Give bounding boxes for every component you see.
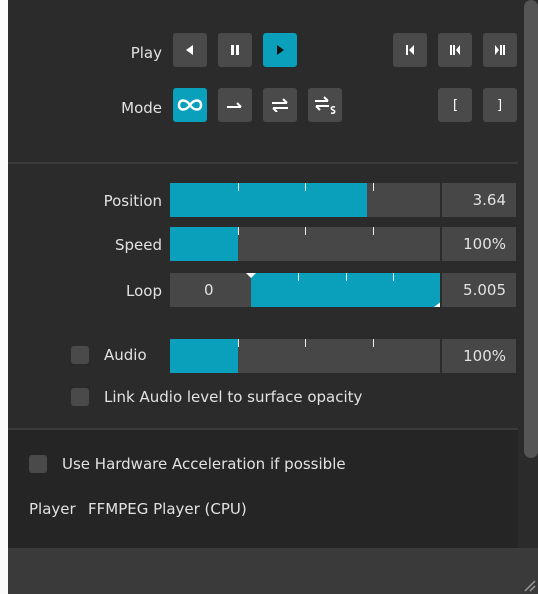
link-audio-label: Link Audio level to surface opacity xyxy=(104,388,363,406)
mode-label: Mode xyxy=(121,99,162,117)
play-forward-button[interactable] xyxy=(263,33,297,67)
loop-mode-button[interactable] xyxy=(173,88,207,122)
audio-value: 100% xyxy=(463,347,506,365)
play-once-mode-button[interactable] xyxy=(218,88,252,122)
position-value-box[interactable]: 3.64 xyxy=(442,183,516,217)
step-forward-icon xyxy=(493,43,507,57)
position-label: Position xyxy=(103,192,162,210)
loop-in-bracket-button[interactable]: [ xyxy=(438,88,472,122)
slider-tick-mark xyxy=(345,273,347,281)
slider-tick-mark xyxy=(305,183,306,191)
audio-value-box[interactable]: 100% xyxy=(442,339,516,373)
loop-range-slider[interactable]: 0 xyxy=(170,273,440,307)
slider-tick-mark xyxy=(237,339,239,347)
player-label: Player xyxy=(29,500,76,518)
ping-pong-icon xyxy=(270,98,290,112)
position-value: 3.64 xyxy=(472,191,506,209)
loop-start-value: 0 xyxy=(204,281,214,299)
link-audio-checkbox[interactable] xyxy=(71,388,89,406)
audio-slider-fill xyxy=(170,339,238,373)
loop-start-marker-icon[interactable] xyxy=(246,273,256,279)
position-slider-fill xyxy=(170,183,368,217)
resize-grip-icon[interactable] xyxy=(522,578,536,592)
section-divider xyxy=(8,162,518,164)
loop-infinite-icon xyxy=(176,97,204,113)
player-settings-section: Use Hardware Acceleration if possible Pl… xyxy=(8,430,518,548)
step-backward-icon xyxy=(448,43,462,57)
loop-end-value: 5.005 xyxy=(463,281,506,299)
video-player-panel: Play Mode [ ] Position 3.64 Speed 100% L… xyxy=(8,0,518,548)
loop-end-marker-icon[interactable] xyxy=(434,301,440,307)
slider-tick-mark xyxy=(298,273,300,281)
slider-tick-mark xyxy=(305,339,306,347)
speed-value-box[interactable]: 100% xyxy=(442,227,516,261)
slider-tick-mark xyxy=(237,183,239,191)
play-label: Play xyxy=(130,44,162,62)
speed-value: 100% xyxy=(463,235,506,253)
skip-to-start-button[interactable] xyxy=(393,33,427,67)
slider-tick-mark xyxy=(372,227,374,235)
bracket-open-label: [ xyxy=(451,97,459,113)
loop-label: Loop xyxy=(126,282,162,300)
speed-slider[interactable] xyxy=(170,227,440,261)
ping-pong-stop-mode-button[interactable] xyxy=(308,88,342,122)
speed-slider-fill xyxy=(170,227,238,261)
bottom-bar xyxy=(8,548,538,594)
play-forward-icon xyxy=(273,43,287,57)
play-once-icon xyxy=(225,98,245,112)
slider-tick-mark xyxy=(392,273,394,281)
slider-tick-mark xyxy=(237,227,239,235)
speed-label: Speed xyxy=(114,236,162,254)
audio-checkbox[interactable] xyxy=(71,346,89,364)
loop-end-value-box[interactable]: 5.005 xyxy=(442,273,516,307)
ping-pong-mode-button[interactable] xyxy=(263,88,297,122)
player-value: FFMPEG Player (CPU) xyxy=(88,500,247,518)
skip-to-start-icon xyxy=(403,43,417,57)
position-slider[interactable] xyxy=(170,183,440,217)
play-backward-button[interactable] xyxy=(173,33,207,67)
hardware-acceleration-checkbox[interactable] xyxy=(29,455,47,473)
scrollbar-thumb[interactable] xyxy=(524,0,538,458)
play-backward-icon xyxy=(183,43,197,57)
step-forward-button[interactable] xyxy=(483,33,517,67)
slider-tick-mark xyxy=(305,227,306,235)
slider-tick-mark xyxy=(372,339,374,347)
step-backward-button[interactable] xyxy=(438,33,472,67)
audio-level-slider[interactable] xyxy=(170,339,440,373)
audio-label: Audio xyxy=(104,346,147,364)
ping-pong-stop-icon xyxy=(313,96,337,114)
hardware-acceleration-label: Use Hardware Acceleration if possible xyxy=(62,455,346,473)
pause-button[interactable] xyxy=(218,33,252,67)
slider-tick-mark xyxy=(372,183,374,191)
bracket-close-label: ] xyxy=(496,97,504,113)
pause-icon xyxy=(228,43,242,57)
loop-out-bracket-button[interactable]: ] xyxy=(483,88,517,122)
